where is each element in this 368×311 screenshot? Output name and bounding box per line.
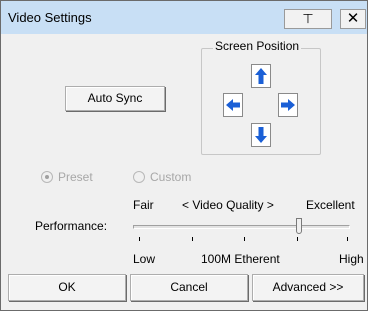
move-left-button[interactable] [223, 93, 243, 117]
advanced-button[interactable]: Advanced >> [252, 274, 364, 301]
move-right-button[interactable] [278, 93, 298, 117]
performance-high-label: High [339, 252, 364, 266]
slider-tick [297, 237, 298, 241]
close-button[interactable]: ✕ [340, 9, 366, 29]
cancel-button[interactable]: Cancel [130, 274, 248, 301]
title-bar[interactable]: Video Settings ⊤ ✕ [1, 1, 367, 34]
network-speed-label: 100M Etherent [201, 252, 280, 266]
close-icon: ✕ [346, 10, 360, 27]
slider-tick [347, 237, 348, 241]
radio-selected-dot [45, 175, 49, 179]
slider-tick [244, 237, 245, 241]
quality-excellent-label: Excellent [306, 198, 355, 212]
arrow-up-icon [255, 68, 267, 84]
preset-radio[interactable] [41, 171, 53, 183]
custom-label: Custom [150, 170, 192, 184]
screen-position-label: Screen Position [213, 39, 302, 53]
move-down-button[interactable] [251, 123, 271, 147]
quality-slider-track[interactable] [133, 225, 350, 229]
arrow-right-icon [281, 99, 295, 111]
quality-slider-thumb[interactable] [296, 218, 302, 234]
preset-label: Preset [58, 170, 93, 184]
performance-low-label: Low [133, 252, 156, 266]
slider-tick [192, 237, 193, 241]
video-quality-label: < Video Quality > [182, 198, 274, 212]
slider-tick [139, 237, 140, 241]
arrow-down-icon [255, 127, 267, 143]
arrow-left-icon [226, 99, 240, 111]
ok-button[interactable]: OK [8, 274, 126, 301]
auto-sync-button[interactable]: Auto Sync [65, 86, 165, 111]
pin-button[interactable]: ⊤ [284, 9, 332, 29]
custom-radio[interactable] [133, 171, 145, 183]
performance-label: Performance: [35, 219, 108, 233]
window-title: Video Settings [8, 10, 92, 25]
pin-icon: ⊤ [302, 11, 314, 26]
video-settings-dialog: Video Settings ⊤ ✕ Auto Sync Screen Posi… [0, 0, 368, 311]
move-up-button[interactable] [251, 64, 271, 88]
quality-fair-label: Fair [133, 198, 154, 212]
